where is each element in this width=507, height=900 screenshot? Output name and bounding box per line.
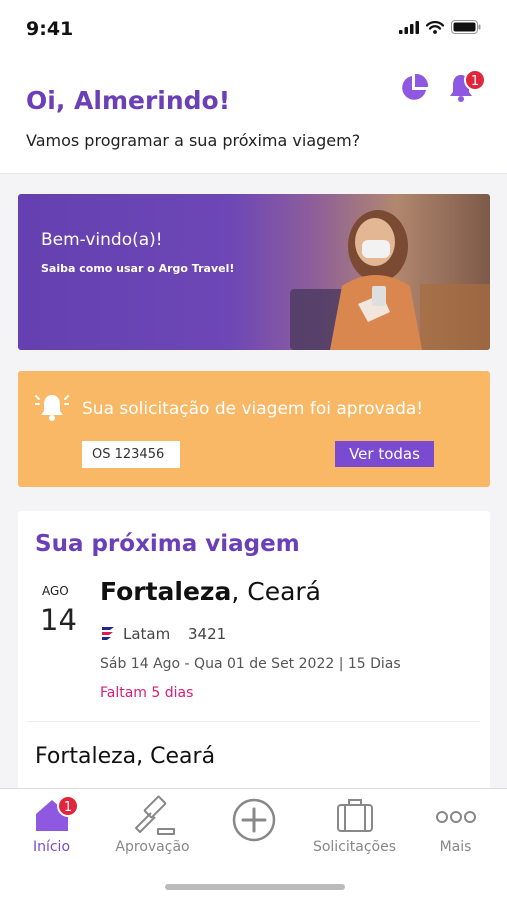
- tab-mais[interactable]: Mais: [405, 789, 506, 869]
- header: Oi, Almerindo! Vamos programar a sua pró…: [0, 60, 507, 174]
- banner-title: Bem-vindo(a)!: [41, 230, 163, 250]
- trip-dates: Sáb 14 Ago - Qua 01 de Set 2022 | 15 Dia…: [100, 656, 401, 672]
- days-remaining: Faltam 5 dias: [100, 685, 194, 701]
- gavel-icon: [134, 795, 175, 835]
- tab-label: Mais: [439, 839, 472, 855]
- home-indicator: [165, 884, 345, 890]
- next-trip-card[interactable]: Sua próxima viagem AGO 14 Fortaleza, Cea…: [18, 511, 490, 801]
- alarm-bell-icon: [35, 395, 69, 421]
- trip-city: Fortaleza: [100, 577, 232, 606]
- view-all-button[interactable]: Ver todas: [335, 441, 434, 467]
- latam-logo-icon: [102, 627, 114, 640]
- welcome-banner[interactable]: Bem-vindo(a)! Saiba como usar o Argo Tra…: [18, 194, 490, 350]
- status-bar: 9:41: [0, 0, 507, 60]
- tab-label: Início: [32, 839, 71, 855]
- next-trip-title: Sua próxima viagem: [35, 531, 300, 557]
- wifi-icon: [426, 20, 444, 34]
- signal-icon: [399, 20, 419, 34]
- banner-illustration: [290, 210, 490, 350]
- approval-alert: Sua solicitação de viagem foi aprovada! …: [18, 371, 490, 487]
- trip-month: AGO: [42, 584, 69, 598]
- order-number: OS 123456: [82, 441, 180, 468]
- notification-badge: 1: [464, 69, 486, 91]
- alert-message: Sua solicitação de viagem foi aprovada!: [82, 399, 424, 419]
- trip-state: , Ceará: [231, 577, 321, 606]
- airline-name: Latam: [123, 625, 171, 643]
- plus-circle-icon: [232, 798, 275, 842]
- battery-icon: [451, 20, 481, 34]
- status-icons: [399, 20, 481, 34]
- banner-subtitle: Saiba como usar o Argo Travel!: [41, 262, 235, 275]
- more-icon: [435, 811, 476, 823]
- trip-destination: Fortaleza, Ceará: [100, 577, 321, 606]
- tab-add[interactable]: [203, 789, 304, 869]
- flight-number: 3421: [188, 625, 227, 643]
- greeting-subtitle: Vamos programar a sua próxima viagem?: [26, 131, 361, 150]
- tab-badge: 1: [57, 795, 79, 817]
- tab-aprovacao[interactable]: Aprovação: [102, 789, 203, 869]
- tab-label: Solicitações: [312, 839, 397, 855]
- pie-chart-icon[interactable]: [398, 72, 430, 104]
- trip-day: 14: [40, 603, 77, 637]
- divider: [26, 721, 480, 722]
- tab-inicio[interactable]: 1 Início: [1, 789, 102, 869]
- second-trip-city: Fortaleza, Ceará: [35, 744, 216, 769]
- notification-button[interactable]: 1: [446, 69, 486, 106]
- tab-solicitacoes[interactable]: Solicitações: [304, 789, 405, 869]
- tab-label: Aprovação: [115, 839, 190, 855]
- briefcase-icon: [336, 799, 373, 832]
- status-time: 9:41: [26, 18, 74, 40]
- greeting-title: Oi, Almerindo!: [26, 86, 231, 115]
